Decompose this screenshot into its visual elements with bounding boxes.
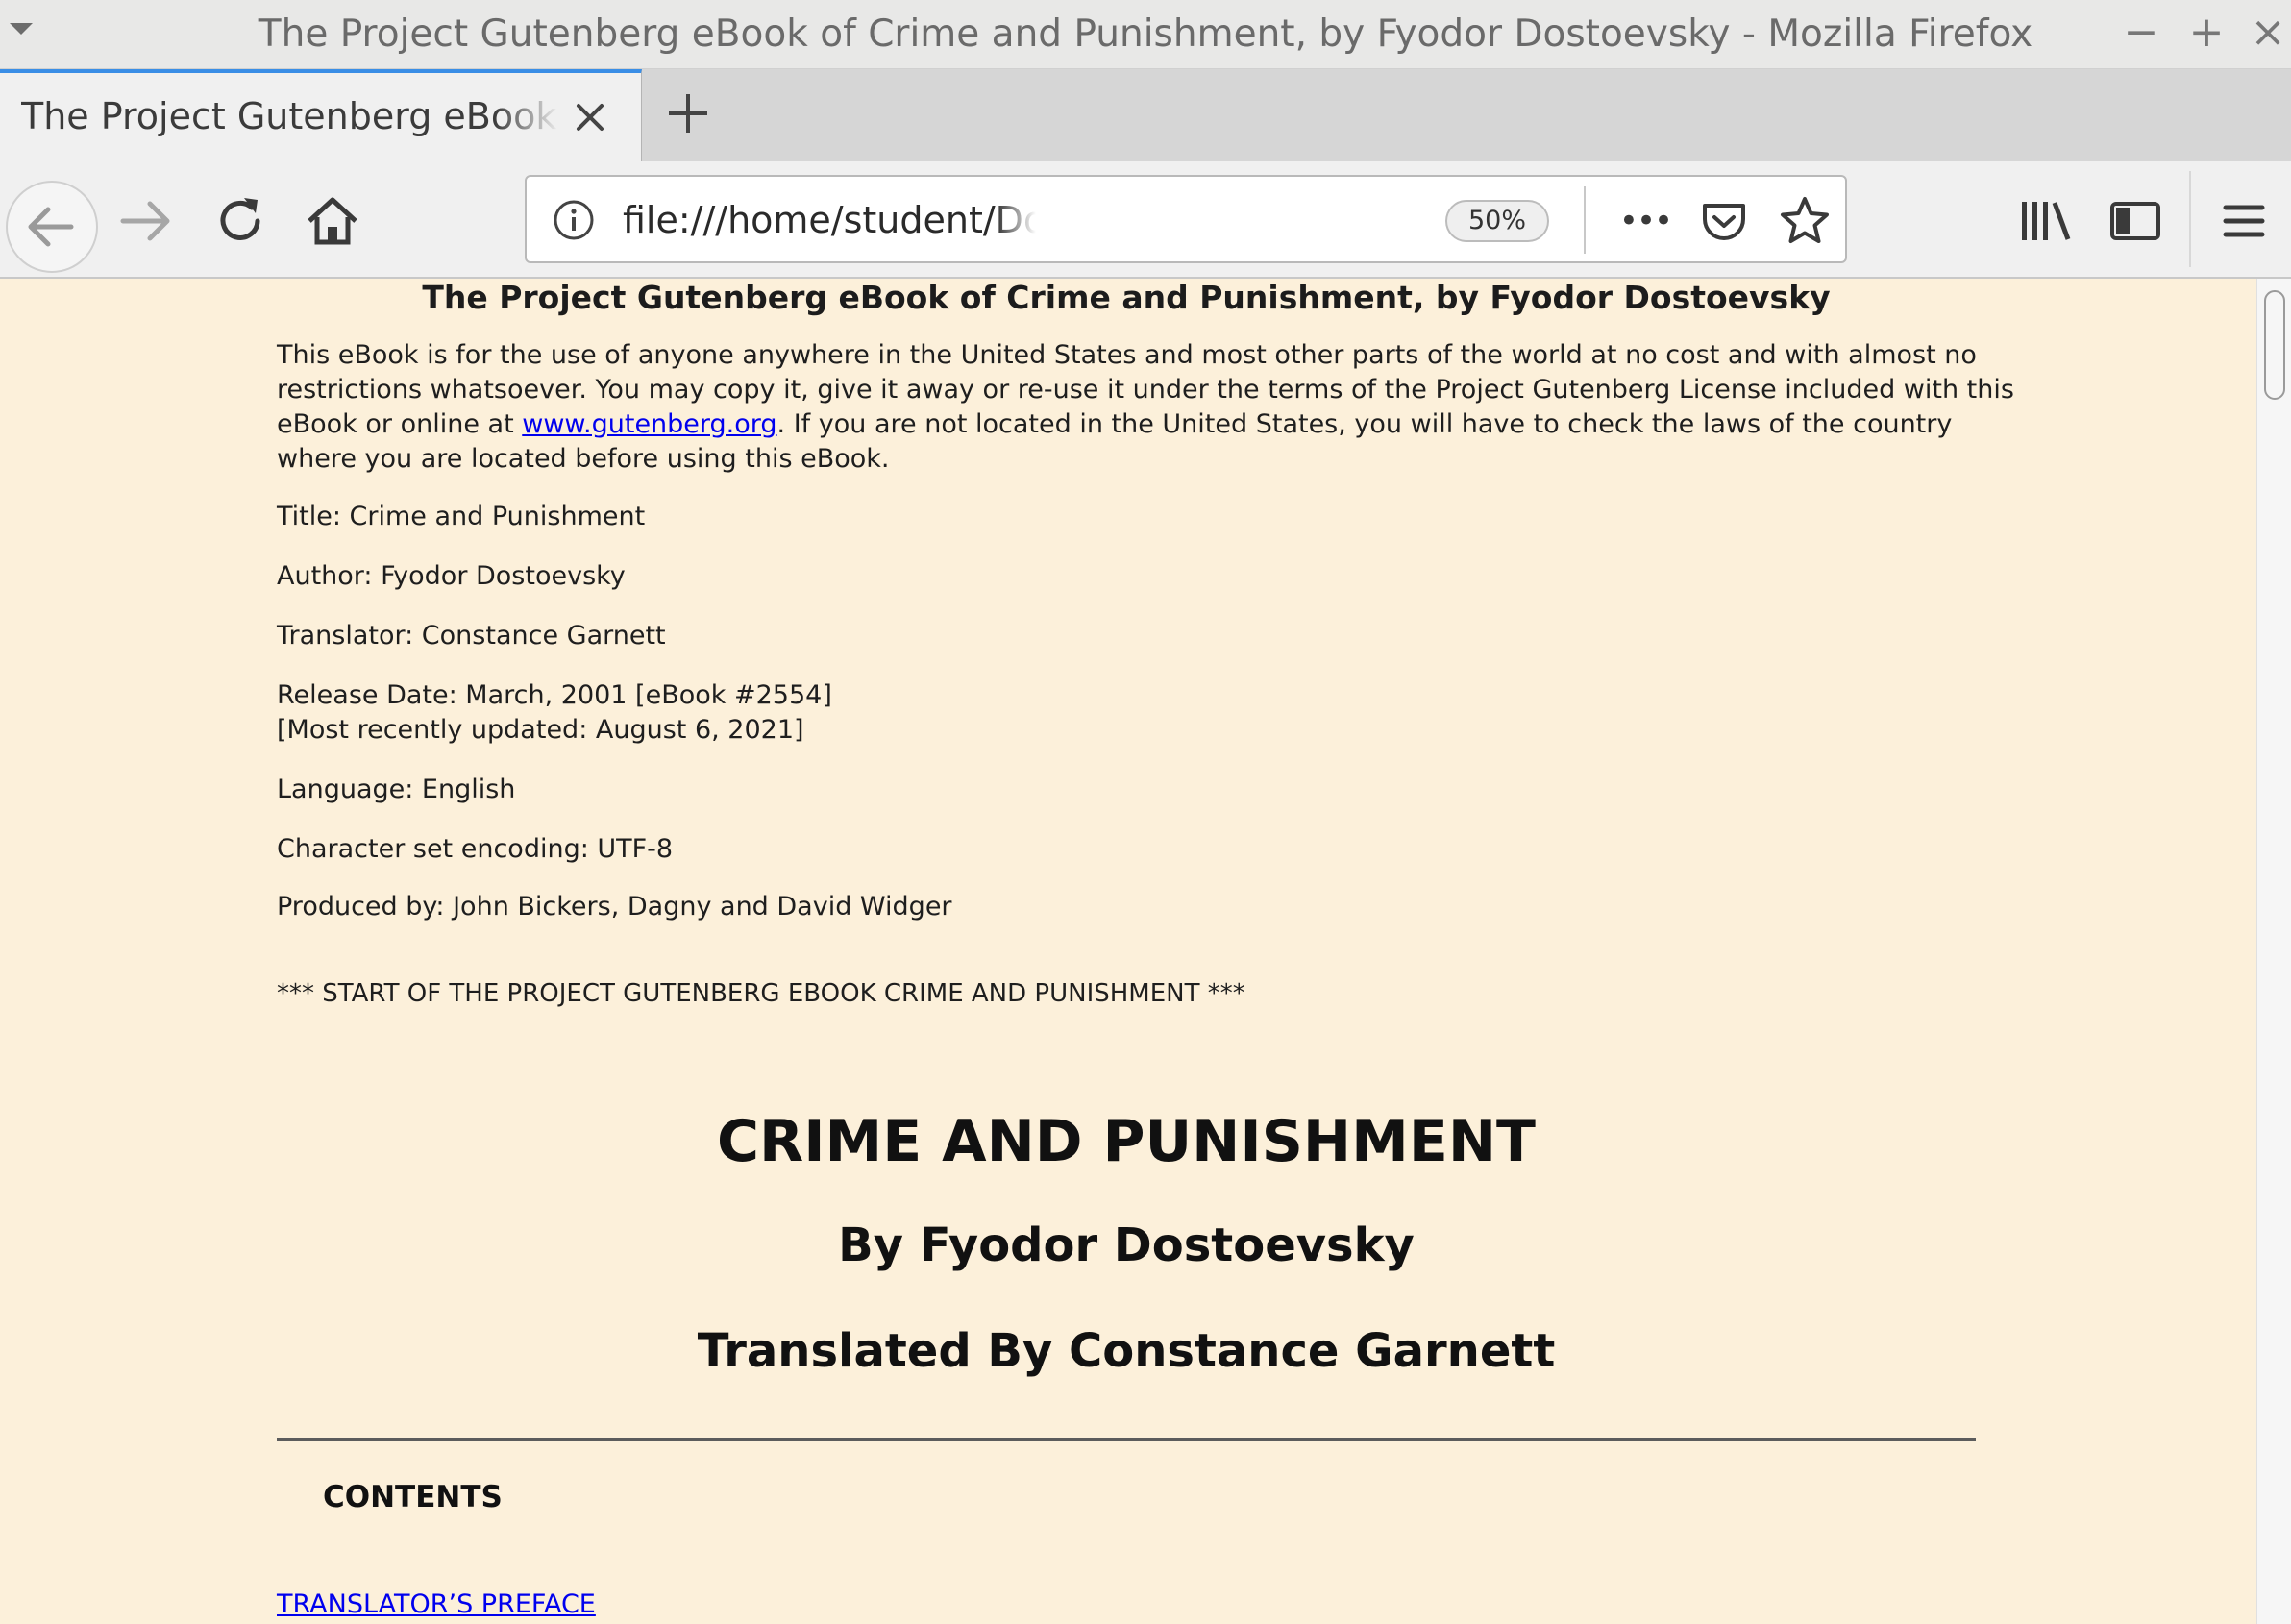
meta-release-date: Release Date: March, 2001 [eBook #2554]	[277, 680, 832, 710]
page-content: The Project Gutenberg eBook of Crime and…	[0, 279, 2256, 1624]
maximize-button[interactable]: +	[2185, 8, 2228, 58]
book-translator: Translated By Constance Garnett	[697, 1324, 1556, 1378]
library-icon[interactable]	[2010, 185, 2083, 258]
forward-arrow-icon[interactable]	[111, 185, 185, 258]
close-window-button[interactable]: ×	[2247, 8, 2289, 58]
meta-translator: Translator: Constance Garnett	[277, 621, 666, 651]
scrollbar-thumb[interactable]	[2264, 290, 2285, 400]
url-input[interactable]: file:///home/student/Downloads/CMPUT404-…	[623, 194, 1036, 246]
window-title: The Project Gutenberg eBook of Crime and…	[258, 12, 2033, 56]
start-marker: *** START OF THE PROJECT GUTENBERG EBOOK…	[277, 979, 1245, 1008]
contents-link-translators-preface[interactable]: TRANSLATOR’S PREFACE	[277, 1589, 596, 1619]
url-bar-separator	[1584, 186, 1586, 254]
license-text: where you are located before using this …	[277, 444, 890, 474]
tab-title: The Project Gutenberg eBook of Crime and…	[21, 95, 559, 137]
page-header: The Project Gutenberg eBook of Crime and…	[422, 279, 1831, 316]
horizontal-rule	[277, 1438, 1976, 1441]
license-text: eBook or online at	[277, 409, 523, 439]
close-icon[interactable]	[565, 92, 615, 142]
minimize-button[interactable]: −	[2120, 8, 2162, 58]
license-text: This eBook is for the use of anyone anyw…	[277, 340, 1977, 370]
contents-heading: CONTENTS	[323, 1480, 503, 1514]
zoom-level-button[interactable]: 50%	[1445, 200, 1549, 242]
scrollbar[interactable]	[2256, 279, 2291, 1624]
license-text: restrictions whatsoever. You may copy it…	[277, 375, 2014, 405]
tab-strip: The Project Gutenberg eBook of Crime and…	[0, 69, 2291, 161]
tab-active[interactable]: The Project Gutenberg eBook of Crime and…	[0, 69, 642, 161]
back-arrow-icon[interactable]	[6, 181, 98, 273]
meta-language: Language: English	[277, 775, 516, 804]
meta-produced-by: Produced by: John Bickers, Dagny and Dav…	[277, 892, 952, 922]
pocket-icon[interactable]	[1697, 194, 1751, 248]
home-icon[interactable]	[296, 185, 369, 258]
star-icon[interactable]	[1778, 194, 1832, 248]
reload-icon[interactable]	[204, 185, 277, 258]
book-byline: By Fyodor Dostoevsky	[838, 1218, 1415, 1272]
navigation-toolbar: file:///home/student/Downloads/CMPUT404-…	[0, 161, 2291, 279]
sidebar-icon[interactable]	[2099, 185, 2172, 258]
meta-title: Title: Crime and Punishment	[277, 502, 646, 531]
info-icon[interactable]	[552, 198, 596, 242]
toolbar-separator	[2189, 171, 2191, 267]
plus-icon[interactable]	[659, 83, 717, 144]
hamburger-menu-icon[interactable]	[2208, 185, 2281, 258]
license-text: eBook or online at www.gutenberg.org. If…	[277, 407, 1952, 442]
book-title: CRIME AND PUNISHMENT	[717, 1108, 1536, 1175]
license-text: . If you are not located in the United S…	[776, 409, 1953, 439]
page-actions-button[interactable]: •••	[1618, 194, 1673, 248]
meta-author: Author: Fyodor Dostoevsky	[277, 561, 626, 591]
meta-updated: [Most recently updated: August 6, 2021]	[277, 715, 804, 745]
meta-encoding: Character set encoding: UTF-8	[277, 834, 674, 864]
window-titlebar: The Project Gutenberg eBook of Crime and…	[0, 0, 2291, 69]
url-bar[interactable]: file:///home/student/Downloads/CMPUT404-…	[525, 175, 1847, 263]
gutenberg-link[interactable]: www.gutenberg.org	[522, 409, 776, 439]
